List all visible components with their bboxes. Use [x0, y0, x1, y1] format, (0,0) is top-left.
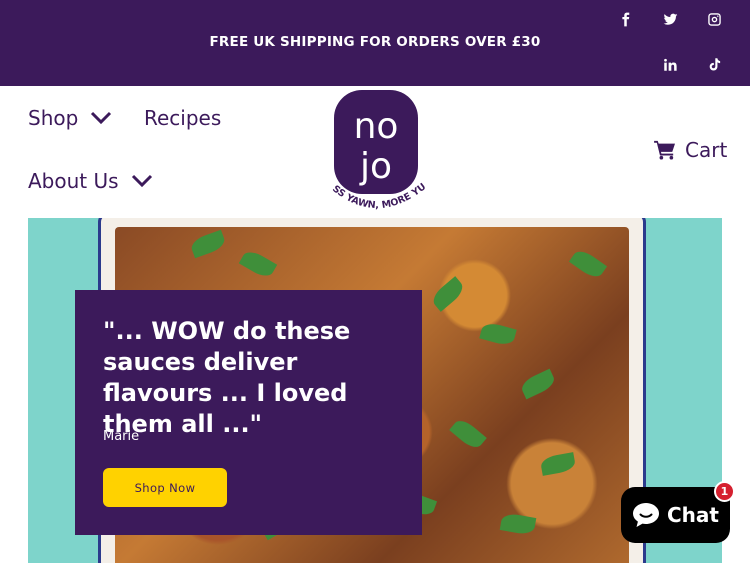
announcement-bar: FREE UK SHIPPING FOR ORDERS OVER £30 — [0, 0, 750, 86]
cart-label: Cart — [685, 138, 728, 162]
testimonial-card: "... WOW do these sauces deliver flavour… — [75, 290, 422, 535]
instagram-icon[interactable] — [703, 8, 725, 30]
logo-text-top: no — [354, 106, 399, 147]
chat-button[interactable]: Chat — [621, 487, 730, 543]
chat-label: Chat — [667, 503, 719, 527]
nav-about-us[interactable]: About Us — [28, 169, 153, 193]
chat-bubble-icon — [633, 503, 659, 527]
chevron-down-icon — [91, 111, 112, 125]
linkedin-icon[interactable] — [659, 53, 681, 75]
nojo-logo[interactable]: no jo LESS YAWN, MORE YUM — [321, 80, 430, 214]
facebook-icon[interactable] — [614, 8, 636, 30]
nav-recipes[interactable]: Recipes — [144, 106, 221, 130]
cart-link[interactable]: Cart — [654, 138, 727, 162]
nav-about-label: About Us — [28, 169, 119, 193]
cart-icon — [654, 140, 675, 160]
chat-notification-badge: 1 — [714, 481, 735, 502]
twitter-icon[interactable] — [659, 8, 681, 30]
testimonial-author: Marie — [103, 429, 140, 444]
chevron-down-icon — [131, 174, 152, 188]
shop-now-button[interactable]: Shop Now — [103, 468, 227, 507]
testimonial-quote: "... WOW do these sauces deliver flavour… — [103, 317, 351, 438]
tiktok-icon[interactable] — [703, 53, 725, 75]
nav-recipes-label: Recipes — [144, 106, 222, 130]
nav-shop[interactable]: Shop — [28, 106, 112, 130]
nav-shop-label: Shop — [28, 106, 79, 130]
announcement-text: FREE UK SHIPPING FOR ORDERS OVER £30 — [209, 34, 541, 50]
logo-text-bottom: jo — [359, 146, 392, 187]
